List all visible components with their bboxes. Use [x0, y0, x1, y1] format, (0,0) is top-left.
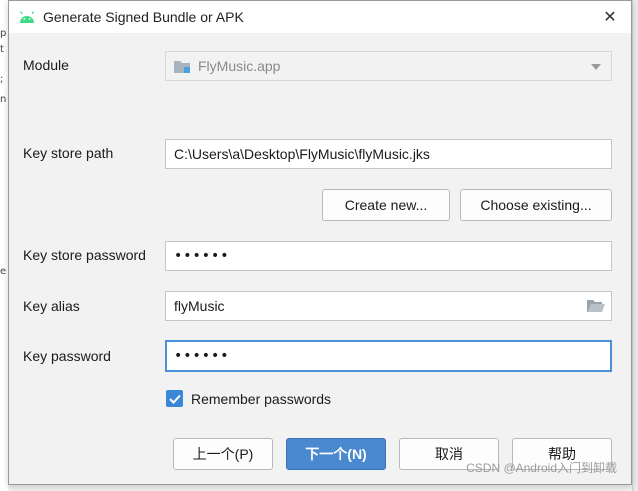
background-glyph: e [0, 266, 7, 277]
title-bar: Generate Signed Bundle or APK ✕ [9, 1, 631, 33]
key-password-value: •••••• [174, 348, 230, 364]
key-alias-label: Key alias [23, 298, 80, 314]
module-value: FlyMusic.app [198, 58, 281, 74]
generate-signed-dialog: Generate Signed Bundle or APK ✕ Module F… [8, 0, 632, 485]
background-right-strip [632, 0, 638, 491]
key-alias-input[interactable]: flyMusic [165, 291, 612, 321]
background-glyph: n [0, 94, 7, 105]
remember-passwords-label[interactable]: Remember passwords [191, 391, 331, 407]
android-icon [19, 11, 35, 23]
checkmark-icon [168, 394, 181, 404]
background-editor-strip: p t ; n e [0, 0, 8, 491]
key-password-label: Key password [23, 348, 111, 364]
folder-open-icon[interactable] [587, 299, 605, 313]
key-alias-value: flyMusic [174, 298, 225, 314]
key-password-input[interactable]: •••••• [165, 340, 612, 372]
remember-passwords-checkbox[interactable] [166, 390, 183, 407]
module-select[interactable]: FlyMusic.app [165, 51, 612, 81]
key-store-password-input[interactable]: •••••• [165, 241, 612, 271]
background-glyph: t [0, 44, 4, 55]
background-glyph: ; [0, 74, 4, 85]
key-store-password-value: •••••• [174, 248, 230, 264]
chevron-down-icon [591, 64, 601, 70]
module-folder-icon [174, 61, 190, 73]
close-icon: ✕ [603, 9, 617, 26]
close-button[interactable]: ✕ [597, 5, 623, 29]
next-button[interactable]: 下一个(N) [286, 438, 386, 470]
watermark-text: CSDN @Android入门到卸载 [466, 461, 617, 475]
create-new-button[interactable]: Create new... [322, 189, 450, 221]
key-store-path-label: Key store path [23, 145, 114, 161]
module-label: Module [23, 57, 69, 73]
key-store-path-value: C:\Users\a\Desktop\FlyMusic\flyMusic.jks [174, 146, 430, 162]
window-title: Generate Signed Bundle or APK [43, 9, 244, 25]
key-store-password-label: Key store password [23, 247, 146, 263]
key-store-path-input[interactable]: C:\Users\a\Desktop\FlyMusic\flyMusic.jks [165, 139, 612, 169]
choose-existing-button[interactable]: Choose existing... [460, 189, 612, 221]
background-glyph: p [0, 28, 7, 39]
previous-button[interactable]: 上一个(P) [173, 438, 273, 470]
